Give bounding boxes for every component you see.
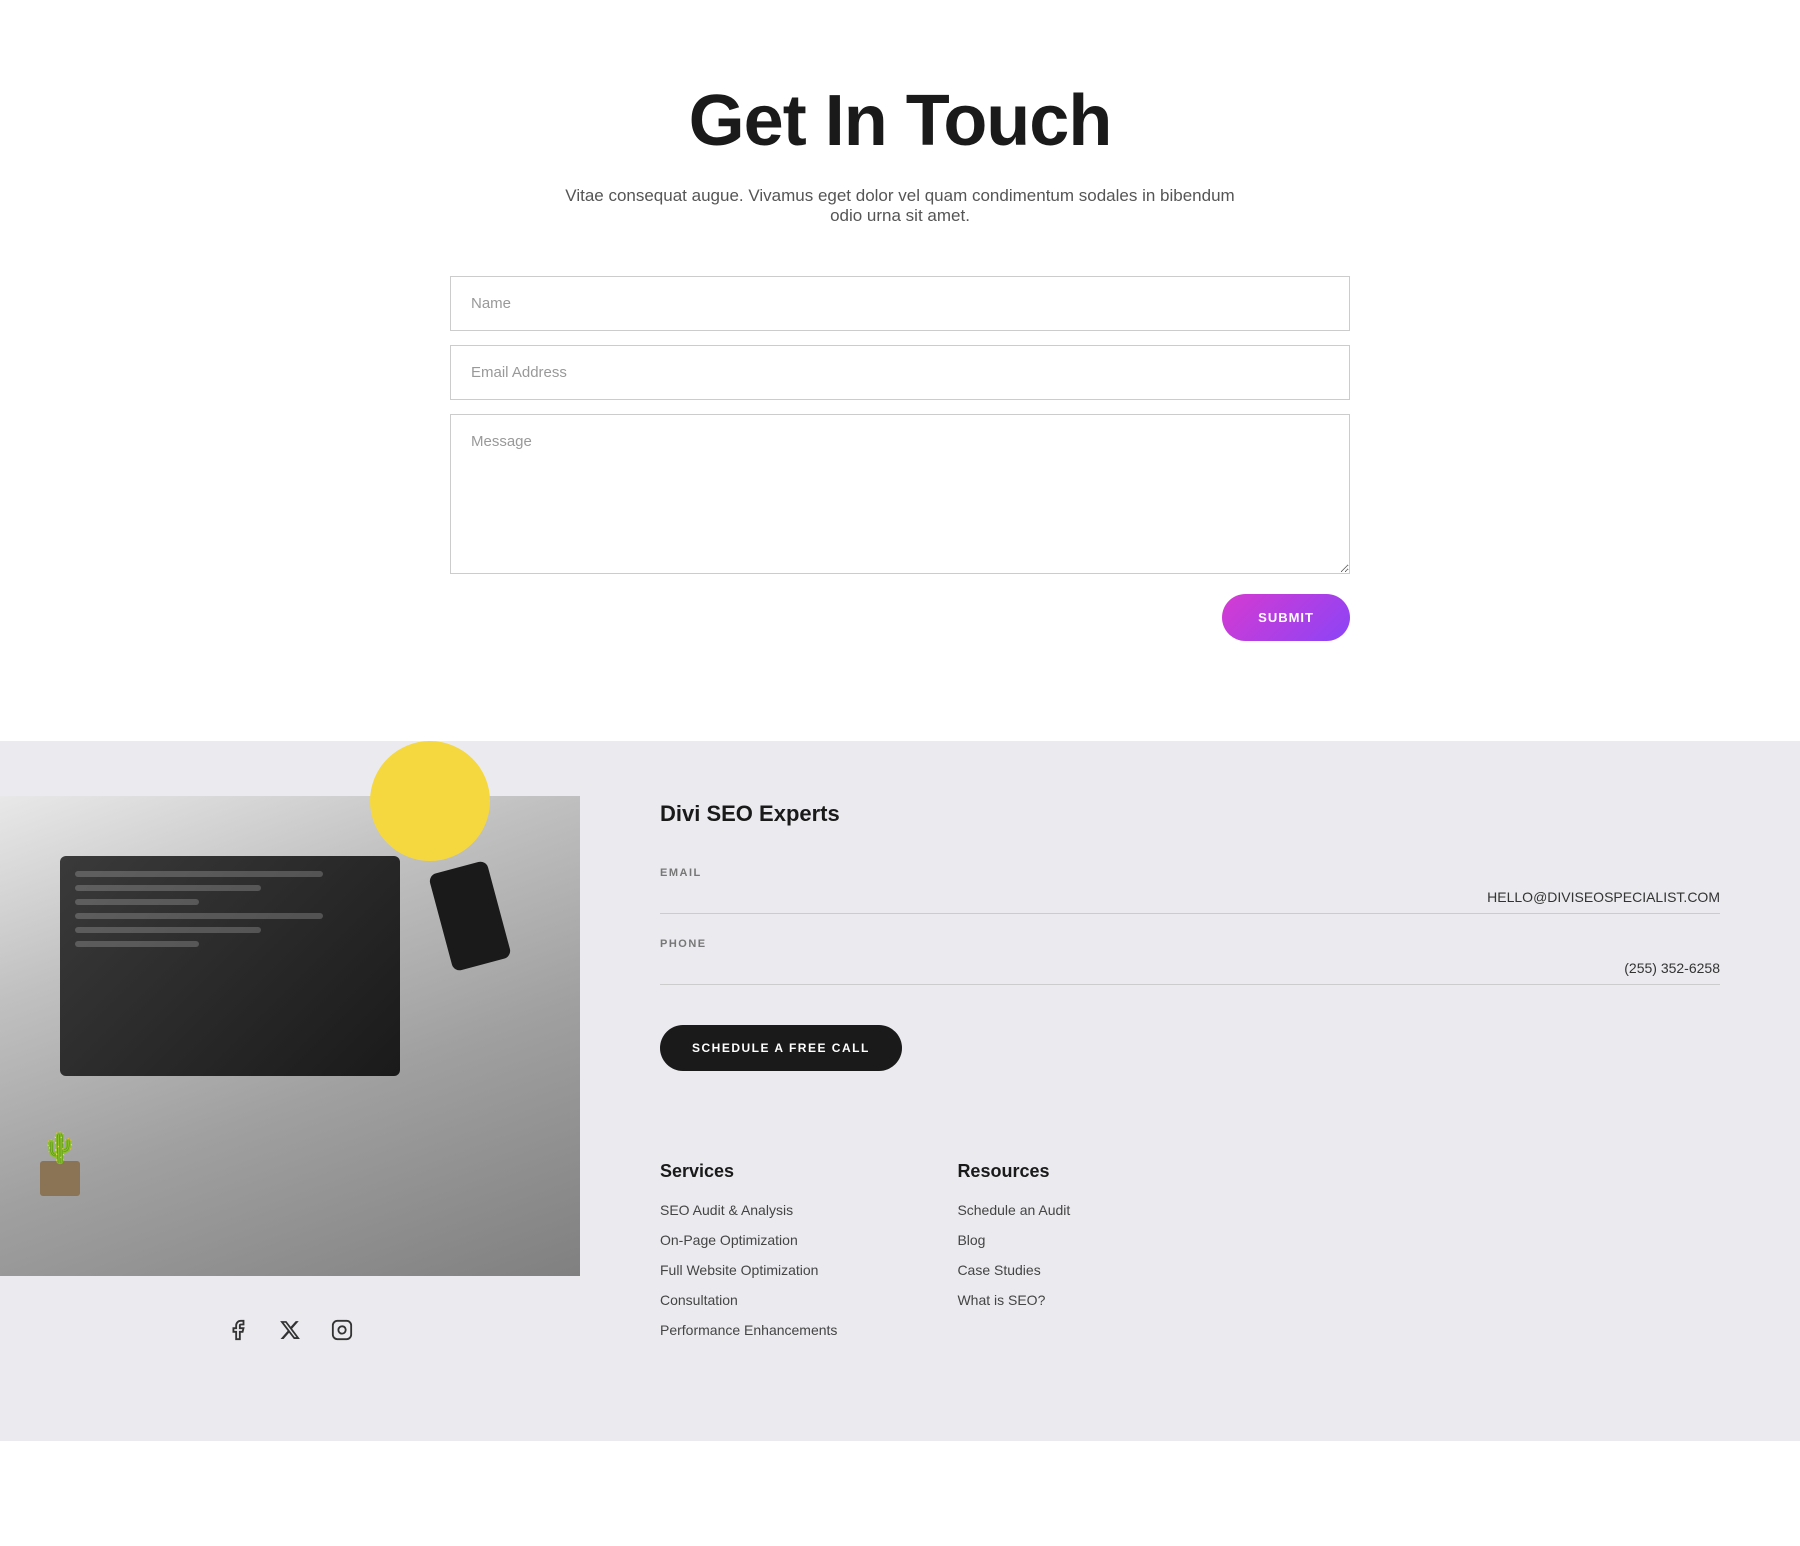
resource-link-3[interactable]: Case Studies [957,1262,1040,1278]
list-item: Consultation [660,1292,837,1310]
resource-link-1[interactable]: Schedule an Audit [957,1202,1070,1218]
service-link-4[interactable]: Consultation [660,1292,738,1308]
service-link-3[interactable]: Full Website Optimization [660,1262,818,1278]
list-item: Schedule an Audit [957,1202,1070,1220]
screen-line-3 [75,899,199,905]
plant-leaves: 🌵 [35,1131,85,1166]
image-inner: 🌵 [0,796,580,1276]
list-item: Blog [957,1232,1070,1250]
decorative-circle [370,741,490,861]
footer-image: 🌵 [0,796,580,1276]
contact-form: SUBMIT [450,276,1350,641]
email-value: HELLO@DIVISEOSPECIALIST.COM [660,889,1720,914]
list-item: On-Page Optimization [660,1232,837,1250]
facebook-icon[interactable] [224,1316,252,1344]
services-column: Services SEO Audit & Analysis On-Page Op… [660,1161,837,1340]
resource-link-4[interactable]: What is SEO? [957,1292,1045,1308]
resources-heading: Resources [957,1161,1070,1182]
twitter-x-icon[interactable] [276,1316,304,1344]
email-input[interactable] [450,345,1350,400]
resources-list: Schedule an Audit Blog Case Studies What… [957,1202,1070,1310]
resources-column: Resources Schedule an Audit Blog Case St… [957,1161,1070,1340]
company-name: Divi SEO Experts [660,801,1720,827]
footer-section: 🌵 [0,741,1800,1441]
phone-decoration [428,860,512,972]
footer-right: Divi SEO Experts EMAIL HELLO@DIVISEOSPEC… [580,741,1800,1441]
contact-info: EMAIL HELLO@DIVISEOSPECIALIST.COM PHONE … [660,867,1720,985]
footer-left: 🌵 [0,741,580,1441]
social-row [0,1286,580,1374]
services-list: SEO Audit & Analysis On-Page Optimizatio… [660,1202,837,1340]
screen-line-4 [75,913,323,919]
screen-line-1 [75,871,323,877]
service-link-5[interactable]: Performance Enhancements [660,1322,837,1338]
laptop-decoration [60,856,400,1076]
laptop-screen [60,856,400,1076]
email-label: EMAIL [660,867,1720,879]
list-item: Full Website Optimization [660,1262,837,1280]
resource-link-2[interactable]: Blog [957,1232,985,1248]
contact-section: Get In Touch Vitae consequat augue. Viva… [0,0,1800,741]
phone-label: PHONE [660,938,1720,950]
screen-line-2 [75,885,261,891]
services-heading: Services [660,1161,837,1182]
submit-button[interactable]: SUBMIT [1222,594,1350,641]
message-input[interactable] [450,414,1350,574]
service-link-1[interactable]: SEO Audit & Analysis [660,1202,793,1218]
schedule-call-button[interactable]: SCHEDULE A FREE CALL [660,1025,902,1071]
plant-decoration: 🌵 [30,1126,90,1196]
phone-value: (255) 352-6258 [660,960,1720,985]
screen-line-5 [75,927,261,933]
page-title: Get In Touch [689,80,1112,162]
instagram-icon[interactable] [328,1316,356,1344]
footer-nav: Services SEO Audit & Analysis On-Page Op… [660,1161,1720,1340]
service-link-2[interactable]: On-Page Optimization [660,1232,798,1248]
plant-pot [40,1161,80,1196]
submit-row: SUBMIT [450,594,1350,641]
list-item: SEO Audit & Analysis [660,1202,837,1220]
contact-subtitle: Vitae consequat augue. Vivamus eget dolo… [550,186,1250,226]
name-input[interactable] [450,276,1350,331]
list-item: Case Studies [957,1262,1070,1280]
list-item: Performance Enhancements [660,1322,837,1340]
screen-line-6 [75,941,199,947]
list-item: What is SEO? [957,1292,1070,1310]
